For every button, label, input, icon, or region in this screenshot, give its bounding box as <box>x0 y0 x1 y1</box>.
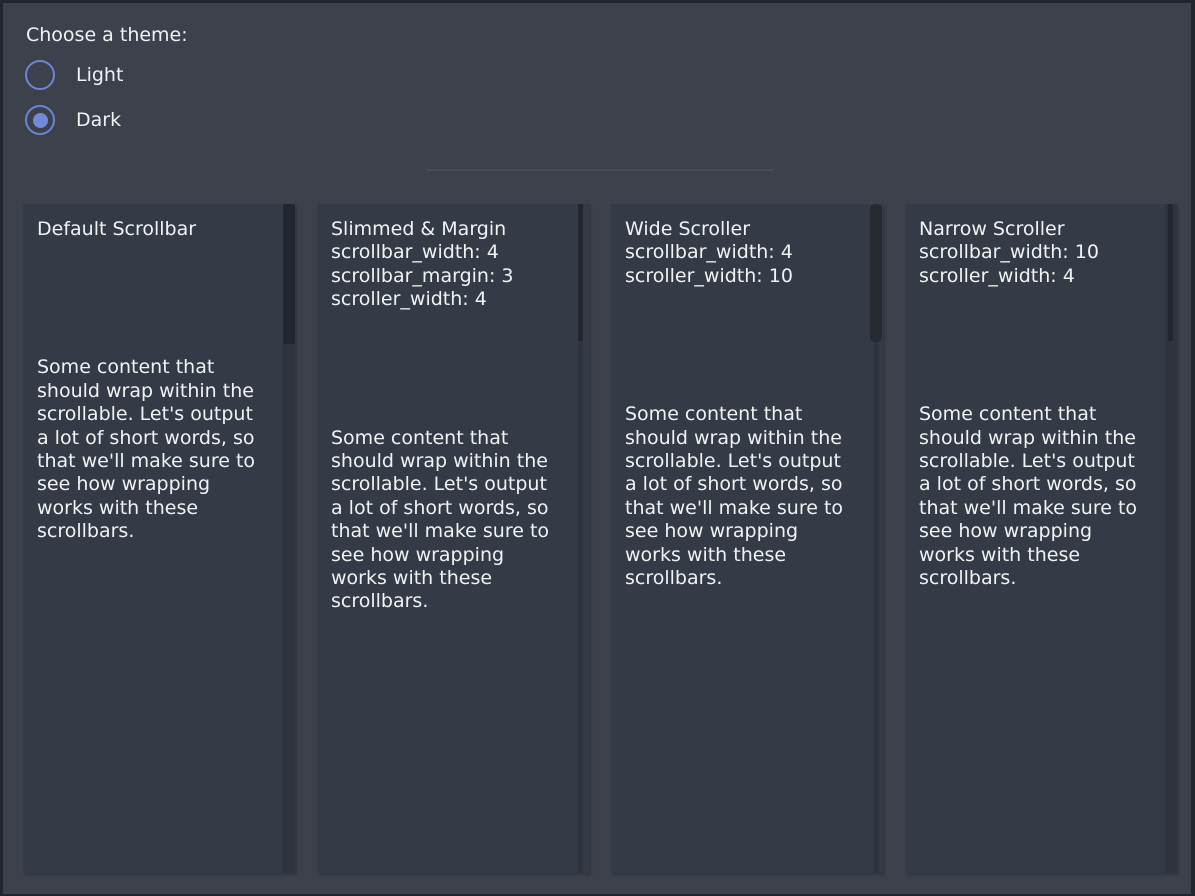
panels-row: Default Scrollbar Some content that shou… <box>23 204 1177 873</box>
radio-option-label: Light <box>76 64 123 86</box>
panel-slimmed-margin[interactable]: Slimmed & Margin scrollbar_width: 4 scro… <box>317 204 589 873</box>
scrollbar-thumb[interactable] <box>283 204 295 344</box>
scrollbar-thumb[interactable] <box>1168 204 1173 341</box>
panel-wide-scroller[interactable]: Wide Scroller scrollbar_width: 4 scrolle… <box>611 204 883 873</box>
panel-body-text: Some content that should wrap within the… <box>37 356 271 543</box>
radio-option-label: Dark <box>76 109 121 131</box>
radio-option-dark[interactable]: Dark <box>25 105 121 135</box>
panel-params: scrollbar_width: 4 scrollbar_margin: 3 s… <box>331 241 565 311</box>
section-divider <box>427 169 773 171</box>
radio-option-light[interactable]: Light <box>25 60 123 90</box>
scrollbar-thumb[interactable] <box>870 204 882 342</box>
panel-default-scrollbar[interactable]: Default Scrollbar Some content that shou… <box>23 204 295 873</box>
panel-params: scrollbar_width: 4 scroller_width: 10 <box>625 241 859 288</box>
panel-title: Wide Scroller <box>625 218 859 241</box>
panel-body-text: Some content that should wrap within the… <box>331 427 565 614</box>
radio-light-icon[interactable] <box>25 60 55 90</box>
theme-chooser-label: Choose a theme: <box>26 24 188 46</box>
panel-body-text: Some content that should wrap within the… <box>919 403 1153 590</box>
panel-title: Narrow Scroller <box>919 218 1153 241</box>
panel-body-text: Some content that should wrap within the… <box>625 403 859 590</box>
app-window: Choose a theme: Light Dark Default Scrol… <box>0 0 1195 896</box>
radio-dark-icon[interactable] <box>25 105 55 135</box>
radio-selected-dot <box>33 113 48 128</box>
panel-params: scrollbar_width: 10 scroller_width: 4 <box>919 241 1153 288</box>
panel-narrow-scroller[interactable]: Narrow Scroller scrollbar_width: 10 scro… <box>905 204 1177 873</box>
panel-title: Slimmed & Margin <box>331 218 565 241</box>
panel-title: Default Scrollbar <box>37 218 271 241</box>
scrollbar-thumb[interactable] <box>578 204 583 341</box>
